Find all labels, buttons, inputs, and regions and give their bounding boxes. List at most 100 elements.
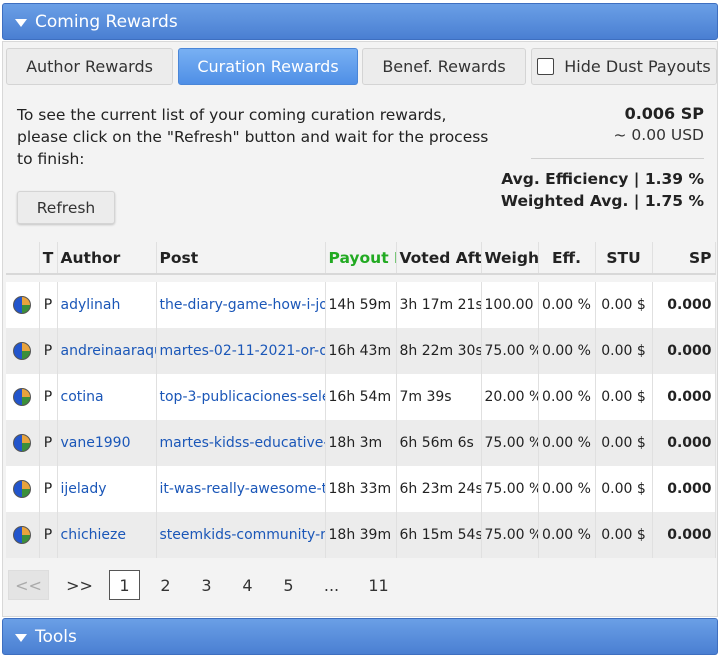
row-author-cell: ijelady xyxy=(57,466,157,512)
row-pie-cell xyxy=(6,374,40,420)
tab-author-rewards-label: Author Rewards xyxy=(26,57,153,76)
collapse-triangle-icon xyxy=(15,18,27,27)
row-voted-after: 7m 39s xyxy=(396,374,482,420)
usd-total: ~ 0.00 USD xyxy=(613,126,704,144)
row-pie-cell xyxy=(6,282,40,328)
row-author-cell: andreinaaraque xyxy=(57,328,157,374)
row-weight: 100.00 % xyxy=(481,282,539,328)
hide-dust-label: Hide Dust Payouts xyxy=(564,57,711,76)
pie-chart-icon[interactable] xyxy=(13,526,32,544)
sp-total: 0.006 SP xyxy=(624,104,704,123)
coming-rewards-header[interactable]: Coming Rewards xyxy=(2,3,718,40)
pager-page-4[interactable]: 4 xyxy=(232,570,263,600)
author-link[interactable]: chichieze xyxy=(61,527,127,543)
col-post[interactable]: Post xyxy=(156,242,326,275)
collapse-triangle-icon xyxy=(15,633,27,642)
row-voted-after: 3h 17m 21s xyxy=(396,282,482,328)
col-sp[interactable]: SP xyxy=(652,242,716,275)
pie-chart-icon[interactable] xyxy=(13,342,32,360)
col-weight[interactable]: Weight xyxy=(481,242,539,275)
table-row: P chichieze steemkids-community-rules 18… xyxy=(6,512,716,558)
divider xyxy=(531,158,704,159)
refresh-button[interactable]: Refresh xyxy=(17,191,115,224)
author-link[interactable]: adylinah xyxy=(61,297,121,313)
col-author[interactable]: Author xyxy=(57,242,157,275)
row-payout-in: 18h 39m xyxy=(325,512,397,558)
avg-efficiency: Avg. Efficiency | 1.39 % xyxy=(501,170,704,188)
table-row: P vane1990 martes-kidss-educative-club 1… xyxy=(6,420,716,466)
table-row: P andreinaaraque martes-02-11-2021-or-on… xyxy=(6,328,716,374)
pager-page-11[interactable]: 11 xyxy=(363,570,394,600)
row-sp: 0.000 xyxy=(652,282,716,328)
pie-chart-icon[interactable] xyxy=(13,434,32,452)
pager-page-2[interactable]: 2 xyxy=(150,570,181,600)
row-payout-in: 18h 3m xyxy=(325,420,397,466)
row-stu: 0.00 $ xyxy=(595,328,653,374)
row-pie-cell xyxy=(6,420,40,466)
pager-page-5[interactable]: 5 xyxy=(273,570,304,600)
row-weight: 75.00 % xyxy=(481,512,539,558)
row-type: P xyxy=(39,466,58,512)
post-link[interactable]: steemkids-community-rules xyxy=(160,527,325,543)
pager-page-1[interactable]: 1 xyxy=(109,570,140,600)
coming-rewards-title: Coming Rewards xyxy=(35,11,178,32)
row-payout-in: 18h 33m xyxy=(325,466,397,512)
row-type: P xyxy=(39,420,58,466)
col-icon xyxy=(6,242,40,275)
row-stu: 0.00 $ xyxy=(595,420,653,466)
row-eff: 0.00 % xyxy=(538,420,596,466)
row-voted-after: 6h 15m 54s xyxy=(396,512,482,558)
info-message: To see the current list of your coming c… xyxy=(17,106,489,168)
row-post-cell: the-diary-game-how-i-joined xyxy=(156,282,326,328)
weighted-avg: Weighted Avg. | 1.75 % xyxy=(500,192,704,210)
row-voted-after: 8h 22m 30s xyxy=(396,328,482,374)
hide-dust-checkbox[interactable] xyxy=(537,58,555,75)
author-link[interactable]: cotina xyxy=(61,389,104,405)
post-link[interactable]: it-was-really-awesome-to-be xyxy=(160,481,325,497)
tab-curation-rewards[interactable]: Curation Rewards xyxy=(178,48,358,85)
post-link[interactable]: top-3-publicaciones-selecionadas xyxy=(160,389,325,405)
tab-benef-rewards[interactable]: Benef. Rewards xyxy=(362,48,526,85)
col-eff[interactable]: Eff. xyxy=(538,242,596,275)
author-link[interactable]: ijelady xyxy=(61,481,107,497)
pie-chart-icon[interactable] xyxy=(13,480,32,498)
row-eff: 0.00 % xyxy=(538,466,596,512)
tools-title: Tools xyxy=(35,626,77,647)
row-sp: 0.000 xyxy=(652,466,716,512)
post-link[interactable]: the-diary-game-how-i-joined xyxy=(160,297,325,313)
author-link[interactable]: andreinaaraque xyxy=(61,343,156,359)
col-payout-in[interactable]: Payout In xyxy=(325,242,397,275)
pager-prev-button[interactable]: << xyxy=(8,570,49,600)
tab-benef-rewards-label: Benef. Rewards xyxy=(382,57,506,76)
tab-curation-rewards-label: Curation Rewards xyxy=(197,57,339,76)
col-stu[interactable]: STU xyxy=(595,242,653,275)
row-eff: 0.00 % xyxy=(538,328,596,374)
row-payout-in: 16h 54m xyxy=(325,374,397,420)
row-type: P xyxy=(39,328,58,374)
pager-next-button[interactable]: >> xyxy=(59,570,100,600)
row-voted-after: 6h 23m 24s xyxy=(396,466,482,512)
pager-page-3[interactable]: 3 xyxy=(191,570,222,600)
tools-header[interactable]: Tools xyxy=(2,618,718,655)
row-pie-cell xyxy=(6,328,40,374)
row-post-cell: top-3-publicaciones-selecionadas xyxy=(156,374,326,420)
row-pie-cell xyxy=(6,466,40,512)
row-type: P xyxy=(39,512,58,558)
post-link[interactable]: martes-02-11-2021-or-one xyxy=(160,343,325,359)
col-t[interactable]: T xyxy=(39,242,58,275)
col-voted-after[interactable]: Voted After xyxy=(396,242,482,275)
pie-chart-icon[interactable] xyxy=(13,388,32,406)
pie-chart-icon[interactable] xyxy=(13,296,32,314)
hide-dust-payouts-toggle[interactable]: Hide Dust Payouts xyxy=(531,48,717,85)
row-weight: 75.00 % xyxy=(481,466,539,512)
row-post-cell: martes-kidss-educative-club xyxy=(156,420,326,466)
row-weight: 75.00 % xyxy=(481,328,539,374)
tab-author-rewards[interactable]: Author Rewards xyxy=(6,48,173,85)
row-sp: 0.000 xyxy=(652,328,716,374)
post-link[interactable]: martes-kidss-educative-club xyxy=(160,435,325,451)
author-link[interactable]: vane1990 xyxy=(61,435,131,451)
row-weight: 75.00 % xyxy=(481,420,539,466)
table-row: P ijelady it-was-really-awesome-to-be 18… xyxy=(6,466,716,512)
table-header-row: T Author Post Payout In Voted After Weig… xyxy=(6,242,716,275)
row-eff: 0.00 % xyxy=(538,374,596,420)
